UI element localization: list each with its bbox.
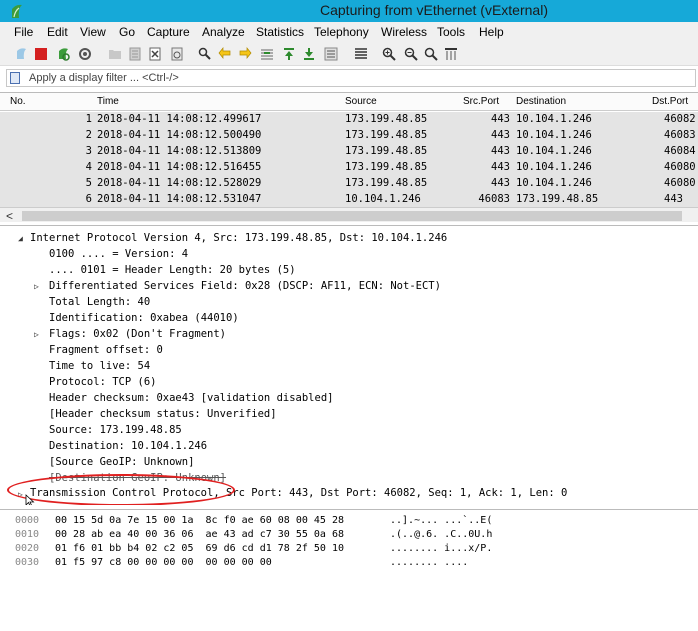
title-bar: Capturing from vEthernet (vExternal)	[0, 0, 698, 22]
stop-capture-icon[interactable]	[34, 47, 48, 61]
packet-row[interactable]: 6 2018-04-11 14:08:12.531047 10.104.1.24…	[0, 192, 698, 208]
first-packet-icon[interactable]	[282, 47, 296, 61]
packet-list: No. Time Source Src.Port Destination Dst…	[0, 92, 698, 222]
main-toolbar	[0, 42, 698, 66]
packet-row[interactable]: 4 2018-04-11 14:08:12.516455 173.199.48.…	[0, 160, 698, 176]
capture-options-icon[interactable]	[78, 47, 92, 61]
tree-item[interactable]: [Header checksum status: Unverified]	[49, 408, 277, 420]
scrollbar-thumb[interactable]	[22, 211, 682, 221]
resize-columns-icon[interactable]	[444, 47, 458, 61]
menu-analyze[interactable]: Analyze	[202, 25, 245, 39]
col-header-dst-port[interactable]: Dst.Port	[652, 96, 688, 107]
open-file-icon[interactable]	[108, 47, 122, 61]
packet-bytes-pane: 0000 00 15 5d 0a 7e 15 00 1a 8c f0 ae 60…	[0, 509, 698, 631]
tree-item[interactable]: .... 0101 = Header Length: 20 bytes (5)	[49, 264, 296, 276]
tree-item[interactable]: 0100 .... = Version: 4	[49, 248, 188, 260]
tree-item[interactable]: Identification: 0xabea (44010)	[49, 312, 239, 324]
menu-go[interactable]: Go	[119, 25, 135, 39]
col-header-time[interactable]: Time	[97, 96, 119, 107]
normal-size-icon[interactable]	[424, 47, 438, 61]
menu-file[interactable]: File	[14, 25, 33, 39]
tree-item[interactable]: Destination: 10.104.1.246	[49, 440, 207, 452]
tree-item-ipv4[interactable]: Internet Protocol Version 4, Src: 173.19…	[30, 232, 447, 244]
tree-item[interactable]: Protocol: TCP (6)	[49, 376, 156, 388]
tree-item[interactable]: Total Length: 40	[49, 296, 150, 308]
bytes-row[interactable]: 0020 01 f6 01 bb b4 02 c2 05 69 d6 cd d1…	[0, 543, 698, 557]
menu-view[interactable]: View	[80, 25, 106, 39]
highlight-circle	[7, 474, 235, 505]
packet-row[interactable]: 1 2018-04-11 14:08:12.499617 173.199.48.…	[0, 112, 698, 128]
col-header-no[interactable]: No.	[10, 96, 26, 107]
packet-list-scrollbar[interactable]: <	[0, 207, 698, 222]
packet-row[interactable]: 5 2018-04-11 14:08:12.528029 173.199.48.…	[0, 176, 698, 192]
tree-item[interactable]: [Source GeoIP: Unknown]	[49, 456, 194, 468]
zoom-in-icon[interactable]	[382, 47, 396, 61]
scroll-left-icon[interactable]: <	[6, 209, 13, 222]
save-file-icon[interactable]	[128, 47, 142, 61]
packet-list-header: No. Time Source Src.Port Destination Dst…	[0, 93, 698, 111]
tree-item[interactable]: Fragment offset: 0	[49, 344, 163, 356]
menu-tools[interactable]: Tools	[437, 25, 465, 39]
tree-item[interactable]: Flags: 0x02 (Don't Fragment)	[49, 328, 226, 340]
filter-placeholder: Apply a display filter ... <Ctrl-/>	[29, 72, 179, 84]
restart-capture-icon[interactable]	[56, 47, 70, 61]
display-filter-input[interactable]: Apply a display filter ... <Ctrl-/>	[6, 69, 696, 87]
go-back-icon[interactable]	[218, 47, 232, 61]
bytes-row[interactable]: 0000 00 15 5d 0a 7e 15 00 1a 8c f0 ae 60…	[0, 515, 698, 529]
window-title: Capturing from vEthernet (vExternal)	[320, 2, 548, 18]
menu-telephony[interactable]: Telephony	[314, 25, 369, 39]
expanded-triangle-icon[interactable]: ◢	[18, 234, 23, 243]
menu-edit[interactable]: Edit	[47, 25, 68, 39]
tree-item[interactable]: Source: 173.199.48.85	[49, 424, 182, 436]
col-header-destination[interactable]: Destination	[516, 96, 566, 107]
tree-item[interactable]: Differentiated Services Field: 0x28 (DSC…	[49, 280, 441, 292]
bytes-row[interactable]: 0010 00 28 ab ea 40 00 36 06 ae 43 ad c7…	[0, 529, 698, 543]
tree-item[interactable]: Header checksum: 0xae43 [validation disa…	[49, 392, 333, 404]
go-forward-icon[interactable]	[238, 47, 252, 61]
colorize-icon[interactable]	[354, 47, 368, 61]
reload-file-icon[interactable]	[170, 47, 184, 61]
start-capture-icon[interactable]	[14, 47, 28, 61]
zoom-out-icon[interactable]	[404, 47, 418, 61]
collapsed-triangle-icon[interactable]: ▷	[34, 282, 39, 291]
mouse-cursor-icon	[25, 494, 35, 505]
tree-item[interactable]: Time to live: 54	[49, 360, 150, 372]
close-file-icon[interactable]	[148, 47, 162, 61]
menu-bar: File Edit View Go Capture Analyze Statis…	[0, 22, 698, 42]
packet-details-tree: ◢ Internet Protocol Version 4, Src: 173.…	[0, 225, 698, 505]
collapsed-triangle-icon[interactable]: ▷	[34, 330, 39, 339]
menu-wireless[interactable]: Wireless	[381, 25, 427, 39]
autoscroll-icon[interactable]	[324, 47, 338, 61]
col-header-src-port[interactable]: Src.Port	[463, 96, 499, 107]
find-packet-icon[interactable]	[198, 47, 212, 61]
menu-help[interactable]: Help	[479, 25, 504, 39]
col-header-source[interactable]: Source	[345, 96, 377, 107]
packet-row[interactable]: 3 2018-04-11 14:08:12.513809 173.199.48.…	[0, 144, 698, 160]
menu-capture[interactable]: Capture	[147, 25, 190, 39]
go-to-packet-icon[interactable]	[260, 47, 274, 61]
bookmark-icon[interactable]	[10, 72, 20, 84]
menu-statistics[interactable]: Statistics	[256, 25, 304, 39]
packet-row[interactable]: 2 2018-04-11 14:08:12.500490 173.199.48.…	[0, 128, 698, 144]
last-packet-icon[interactable]	[302, 47, 316, 61]
bytes-row[interactable]: 0030 01 f5 97 c8 00 00 00 00 00 00 00 00…	[0, 557, 698, 571]
